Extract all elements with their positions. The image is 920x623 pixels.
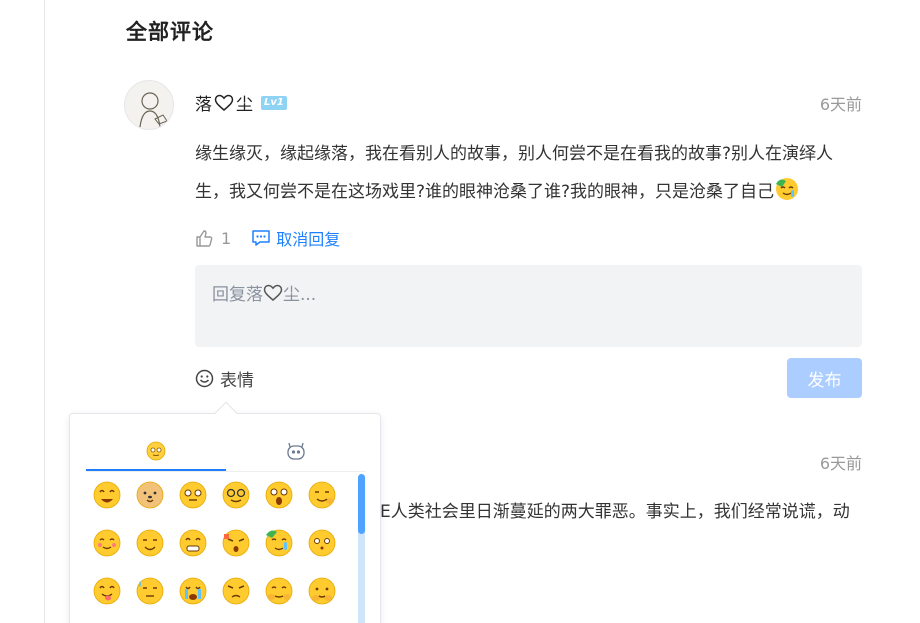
tab-smile-faces[interactable]	[86, 440, 226, 471]
shocked-emoji-icon[interactable]	[217, 524, 255, 562]
nerd-emoji-icon[interactable]	[217, 476, 255, 514]
tab-robot-faces[interactable]	[226, 440, 366, 471]
reply-input[interactable]	[195, 265, 862, 347]
scared-emoji-icon[interactable]	[260, 476, 298, 514]
section-title: 全部评论	[126, 20, 214, 44]
emoji-grid	[88, 476, 341, 610]
comment-time: 6天前	[819, 454, 862, 473]
comment-actions: 1 取消回复	[195, 226, 340, 250]
flushed-emoji-icon[interactable]	[174, 476, 212, 514]
comment-text: 缘生缘灭，缘起缘落，我在看别人的故事，别人何尝不是在看我的故事?别人在演绎人生，…	[195, 144, 834, 202]
cute-emoji-icon[interactable]	[88, 524, 126, 562]
innocent-emoji-icon[interactable]	[303, 524, 341, 562]
comment-time: 6天前	[819, 95, 862, 114]
sheepish-emoji-icon[interactable]	[260, 572, 298, 610]
emoji-tabs	[86, 440, 366, 472]
thumbs-up-icon	[196, 230, 213, 247]
username-text: 落	[195, 95, 212, 115]
emoji-panel	[69, 413, 381, 623]
grin-emoji-icon[interactable]	[88, 476, 126, 514]
like-count: 1	[221, 228, 232, 248]
tongue-emoji-icon[interactable]	[88, 572, 126, 610]
robot-face-tab-icon	[287, 442, 305, 460]
heart-icon	[214, 94, 234, 111]
shy-emoji-icon[interactable]	[303, 572, 341, 610]
sob-emoji-icon[interactable]	[174, 572, 212, 610]
emoji-label: 表情	[220, 371, 254, 391]
avatar[interactable]	[124, 80, 174, 130]
cry-money-emoji-icon[interactable]	[260, 524, 298, 562]
comment-bubble-icon	[252, 230, 270, 246]
sweat-emoji-icon[interactable]	[131, 572, 169, 610]
cancel-reply-button[interactable]: 取消回复	[251, 226, 340, 250]
comment-content: E人类社会里日渐蔓延的两大罪恶。事实上，我们经常说谎，动	[380, 502, 850, 522]
angry-emoji-icon[interactable]	[217, 572, 255, 610]
like-button[interactable]: 1	[195, 228, 231, 248]
grin-teeth-emoji-icon[interactable]	[174, 524, 212, 562]
emoji-scrollbar-thumb[interactable]	[358, 474, 365, 534]
comment-username[interactable]: 落 尘 Lv1	[195, 90, 287, 115]
cry-money-emoji-icon	[776, 178, 799, 200]
emoji-toggle-button[interactable]: 表情	[195, 366, 254, 391]
left-divider	[44, 0, 45, 623]
clap-emoji-icon[interactable]	[303, 476, 341, 514]
username-text: 尘	[236, 95, 253, 115]
level-badge: Lv1	[261, 95, 287, 110]
comment-content: 缘生缘灭，缘起缘落，我在看别人的故事，别人何尝不是在看我的故事?别人在演绎人生，…	[195, 135, 867, 211]
dog-emoji-icon[interactable]	[131, 476, 169, 514]
smug-emoji-icon[interactable]	[131, 524, 169, 562]
smile-icon	[195, 369, 214, 388]
smile-face-tab-icon	[146, 441, 166, 461]
cancel-reply-label: 取消回复	[276, 230, 341, 249]
publish-button[interactable]: 发布	[787, 358, 862, 398]
